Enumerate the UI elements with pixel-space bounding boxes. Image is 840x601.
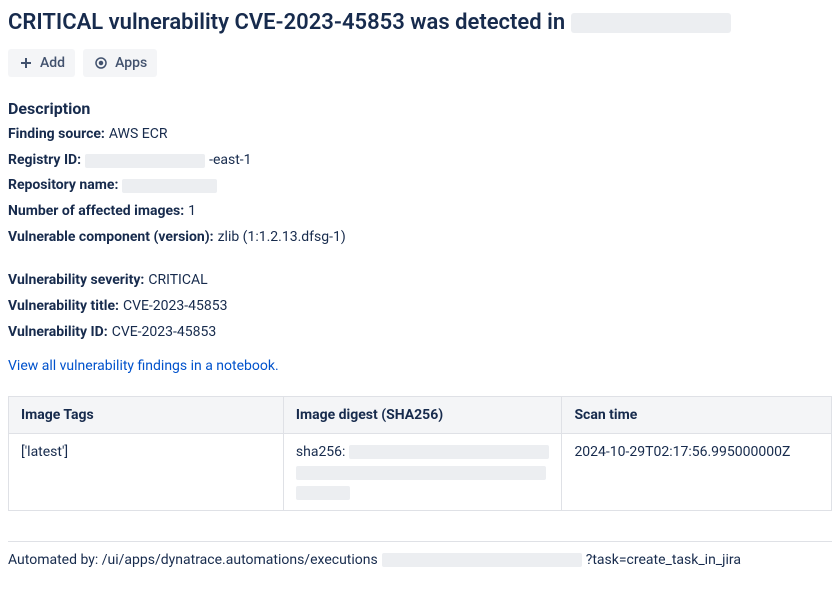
redacted-digest-1 <box>349 445 549 459</box>
digest-prefix: sha256: <box>296 444 346 460</box>
footer-prefix: Automated by: /ui/apps/dynatrace.automat… <box>8 552 378 568</box>
affected-images-label: Number of affected images: <box>8 201 184 223</box>
apps-button[interactable]: Apps <box>83 49 157 77</box>
affected-images: Number of affected images: 1 <box>8 201 832 223</box>
redacted-digest-3 <box>296 486 350 500</box>
registry-id-suffix: -east-1 <box>209 150 251 172</box>
plus-icon <box>18 55 34 71</box>
add-button[interactable]: Add <box>8 49 75 77</box>
finding-source: Finding source: AWS ECR <box>8 124 832 146</box>
vuln-id-label: Vulnerability ID: <box>8 322 108 344</box>
cell-scan-time: 2024-10-29T02:17:56.995000000Z <box>562 433 832 510</box>
vuln-title-label: Vulnerability title: <box>8 296 119 318</box>
severity-label: Vulnerability severity: <box>8 270 144 292</box>
footer-text: Automated by: /ui/apps/dynatrace.automat… <box>8 552 832 568</box>
registry-id: Registry ID: -east-1 <box>8 150 832 172</box>
findings-table: Image Tags Image digest (SHA256) Scan ti… <box>8 396 832 511</box>
finding-source-value: AWS ECR <box>109 124 168 146</box>
vulnerability-severity: Vulnerability severity: CRITICAL <box>8 270 832 292</box>
view-findings-link[interactable]: View all vulnerability findings in a not… <box>8 358 279 374</box>
add-label: Add <box>40 55 65 71</box>
footer-suffix: ?task=create_task_in_jira <box>586 552 741 568</box>
table-row: ['latest'] sha256: 2024-10-29T02:17:56.9… <box>9 433 832 510</box>
vulnerable-component-label: Vulnerable component (version): <box>8 227 214 249</box>
table-header-row: Image Tags Image digest (SHA256) Scan ti… <box>9 396 832 433</box>
redacted-registry-id <box>85 154 205 168</box>
apps-icon <box>93 55 109 71</box>
description-heading: Description <box>8 99 832 118</box>
page-title: CRITICAL vulnerability CVE-2023-45853 wa… <box>8 10 832 35</box>
vulnerable-component: Vulnerable component (version): zlib (1:… <box>8 227 832 249</box>
affected-images-value: 1 <box>188 201 196 223</box>
toolbar: Add Apps <box>8 49 832 77</box>
apps-label: Apps <box>115 55 147 71</box>
vulnerable-component-value: zlib (1:1.2.13.dfsg-1) <box>218 227 346 249</box>
cell-image-digest: sha256: <box>283 433 562 510</box>
col-image-tags: Image Tags <box>9 396 284 433</box>
cell-image-tags: ['latest'] <box>9 433 284 510</box>
severity-value: CRITICAL <box>148 270 207 292</box>
title-text: CRITICAL vulnerability CVE-2023-45853 wa… <box>8 10 565 35</box>
footer-divider <box>8 541 832 542</box>
registry-id-label: Registry ID: <box>8 150 81 172</box>
redacted-footer <box>382 553 582 567</box>
col-scan-time: Scan time <box>562 396 832 433</box>
vulnerability-title: Vulnerability title: CVE-2023-45853 <box>8 296 832 318</box>
redacted-repository-name <box>122 179 217 193</box>
col-image-digest: Image digest (SHA256) <box>283 396 562 433</box>
repository-name: Repository name: <box>8 175 832 197</box>
vuln-id-value: CVE-2023-45853 <box>112 322 217 344</box>
redacted-digest-2 <box>296 466 546 480</box>
finding-source-label: Finding source: <box>8 124 105 146</box>
vuln-title-value: CVE-2023-45853 <box>123 296 228 318</box>
vulnerability-id: Vulnerability ID: CVE-2023-45853 <box>8 322 832 344</box>
repository-name-label: Repository name: <box>8 175 118 197</box>
redacted-title-suffix <box>571 13 731 33</box>
